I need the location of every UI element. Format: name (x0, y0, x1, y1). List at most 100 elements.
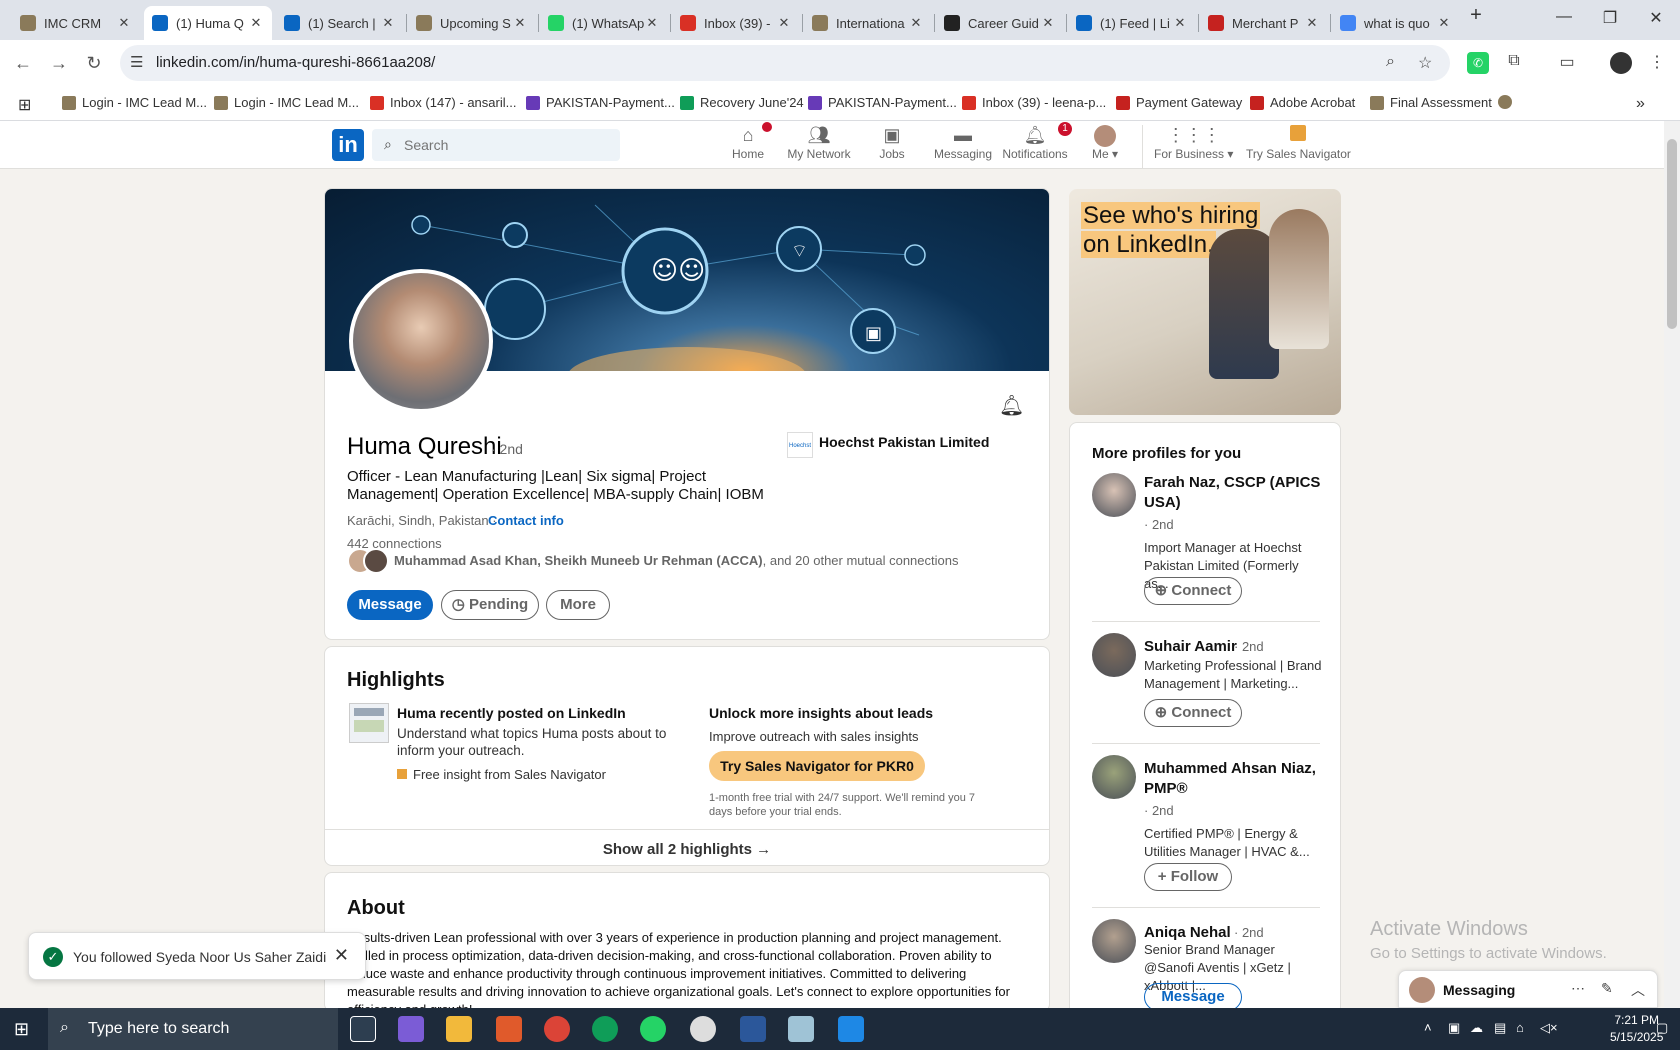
bookmark-item[interactable]: Inbox (39) - leena-p... (962, 95, 1106, 110)
app-icon[interactable] (788, 1016, 814, 1042)
tab-close-icon[interactable]: ✕ (248, 15, 264, 31)
bookmark-item[interactable]: Login - IMC Lead M... (214, 95, 359, 110)
whatsapp-extension-icon[interactable]: ✆ (1467, 52, 1489, 74)
show-all-highlights-link[interactable]: Show all 2 highlights → (325, 841, 1049, 858)
volume-icon[interactable]: ◁× (1540, 1020, 1558, 1036)
connect-button[interactable]: ⊕ Connect (1144, 699, 1242, 727)
bookmark-item[interactable]: Payment Gateway (1116, 95, 1242, 110)
word-icon[interactable] (740, 1016, 766, 1042)
side-panel-icon[interactable]: ▭ (1556, 52, 1578, 74)
tray-chevron-icon[interactable]: ˄ (1424, 1020, 1432, 1035)
more-actions-button[interactable]: More (546, 590, 610, 620)
profile-avatar[interactable] (1092, 633, 1136, 677)
notification-center-icon[interactable]: ▢ (1656, 1020, 1668, 1036)
linkedin-logo[interactable]: in (332, 129, 364, 161)
apps-grid-icon[interactable]: ⊞ (18, 95, 31, 115)
profile-name[interactable]: Muhammed Ahsan Niaz, PMP® (1144, 759, 1324, 799)
search-input[interactable] (404, 129, 604, 161)
me-menu[interactable]: Me ▾ (1092, 125, 1118, 161)
bookmark-item[interactable]: PAKISTAN-Payment... (808, 95, 957, 110)
back-icon[interactable]: ← (8, 48, 38, 78)
scrollbar-thumb[interactable] (1667, 139, 1677, 329)
browser-tab[interactable]: (1) Search | ✕ (276, 6, 404, 40)
chevron-up-icon[interactable]: ︿ (1631, 980, 1645, 1000)
nav-jobs[interactable]: ▣ Jobs (872, 125, 912, 161)
mutual-connections[interactable]: Muhammad Asad Khan, Sheikh Muneeb Ur Reh… (394, 553, 958, 568)
restore-icon[interactable]: ❐ (1590, 8, 1630, 28)
message-button[interactable]: Message (347, 590, 433, 620)
message-button[interactable]: Message (1144, 983, 1242, 1011)
chrome-icon[interactable] (544, 1016, 570, 1042)
taskbar-search[interactable]: ⌕ (48, 1008, 338, 1050)
compose-icon[interactable]: ✎ (1601, 980, 1613, 997)
site-info-icon[interactable]: ☰ (130, 53, 143, 71)
tab-close-icon[interactable]: ✕ (512, 15, 528, 31)
bookmark-star-icon[interactable]: ☆ (1418, 53, 1432, 73)
task-view-icon[interactable] (350, 1016, 376, 1042)
browser-tab[interactable]: IMC CRM ✕ (12, 6, 140, 40)
more-bookmarks-icon[interactable]: » (1636, 95, 1645, 113)
reload-icon[interactable]: ↻ (79, 48, 109, 78)
profile-avatar[interactable] (1092, 755, 1136, 799)
network-icon[interactable]: ⌂ (1516, 1020, 1524, 1035)
new-tab-button[interactable]: + (1456, 4, 1496, 27)
tab-close-icon[interactable]: ✕ (1304, 15, 1320, 31)
nav-messaging[interactable]: ▬ Messaging (932, 125, 994, 161)
profile-avatar[interactable] (1092, 919, 1136, 963)
url-text[interactable]: linkedin.com/in/huma-qureshi-8661aa208/ (156, 54, 435, 71)
tab-close-icon[interactable]: ✕ (1172, 15, 1188, 31)
browser-tab[interactable]: what is quo ✕ (1332, 6, 1460, 40)
bookmark-item[interactable]: PAKISTAN-Payment... (526, 95, 675, 110)
bookmark-extra-icon[interactable] (1498, 95, 1518, 109)
bookmark-item[interactable]: Inbox (147) - ansaril... (370, 95, 516, 110)
more-options-icon[interactable]: ⋯ (1571, 980, 1585, 997)
copilot-icon[interactable] (398, 1016, 424, 1042)
menu-icon[interactable]: ⋮ (1646, 52, 1668, 74)
nav-notifications[interactable]: 🔔︎ 1 Notifications (1002, 122, 1072, 161)
taskbar-search-input[interactable] (88, 1008, 328, 1050)
app-icon[interactable] (496, 1016, 522, 1042)
connect-button[interactable]: ⊕ Connect (1144, 577, 1242, 605)
forward-icon[interactable]: → (44, 48, 74, 78)
tab-close-icon[interactable]: ✕ (380, 15, 396, 31)
company-logo[interactable]: Hoechst (787, 432, 813, 458)
tab-close-icon[interactable]: ✕ (1040, 15, 1056, 31)
browser-tab[interactable]: (1) Huma Q ✕ (144, 6, 272, 40)
tab-close-icon[interactable]: ✕ (116, 15, 132, 31)
contact-info-link[interactable]: Contact info (488, 513, 564, 528)
sales-navigator-link[interactable]: Try Sales Navigator (1246, 125, 1351, 161)
browser-tab[interactable]: Merchant P ✕ (1200, 6, 1328, 40)
profile-photo[interactable] (349, 269, 493, 413)
tab-close-icon[interactable]: ✕ (908, 15, 924, 31)
whatsapp-icon[interactable] (640, 1016, 666, 1042)
zoom-icon[interactable]: ⌕ (1386, 53, 1395, 71)
app-icon[interactable] (838, 1016, 864, 1042)
hiring-ad[interactable]: See who's hiring on LinkedIn. (1069, 189, 1341, 415)
extensions-icon[interactable]: ⧉ (1503, 52, 1525, 74)
messaging-overlay[interactable]: Messaging ⋯ ✎ ︿ (1398, 970, 1658, 1008)
file-explorer-icon[interactable] (446, 1016, 472, 1042)
page-scrollbar[interactable] (1664, 121, 1680, 1009)
app-icon[interactable] (690, 1016, 716, 1042)
browser-tab[interactable]: Upcoming S ✕ (408, 6, 536, 40)
browser-tab[interactable]: Career Guid ✕ (936, 6, 1064, 40)
browser-tab[interactable]: (1) WhatsAp ✕ (540, 6, 668, 40)
windows-start-icon[interactable]: ⊞ (14, 1019, 29, 1040)
bookmark-item[interactable]: Adobe Acrobat (1250, 95, 1355, 110)
bookmark-item[interactable]: Recovery June'24 (680, 95, 804, 110)
profile-avatar[interactable] (1092, 473, 1136, 517)
tray-icon[interactable]: ▣ (1448, 1020, 1460, 1036)
tab-close-icon[interactable]: ✕ (644, 15, 660, 31)
chrome-profile-icon[interactable] (592, 1016, 618, 1042)
profile-name[interactable]: Farah Naz, CSCP (APICS USA) (1144, 473, 1324, 513)
pending-button[interactable]: ◷ Pending (441, 590, 539, 620)
bookmark-item[interactable]: Login - IMC Lead M... (62, 95, 207, 110)
close-window-icon[interactable]: ✕ (1636, 8, 1676, 28)
browser-tab[interactable]: Internationa ✕ (804, 6, 932, 40)
follow-button[interactable]: + Follow (1144, 863, 1232, 891)
current-company[interactable]: Hoechst Pakistan Limited (819, 434, 989, 450)
for-business-menu[interactable]: ⋮⋮⋮ For Business ▾ (1154, 125, 1233, 161)
highlight-post-title[interactable]: Huma recently posted on LinkedIn (397, 705, 626, 721)
minimize-icon[interactable]: — (1544, 8, 1584, 26)
notify-bell-icon[interactable]: 🔔︎ (999, 393, 1024, 418)
